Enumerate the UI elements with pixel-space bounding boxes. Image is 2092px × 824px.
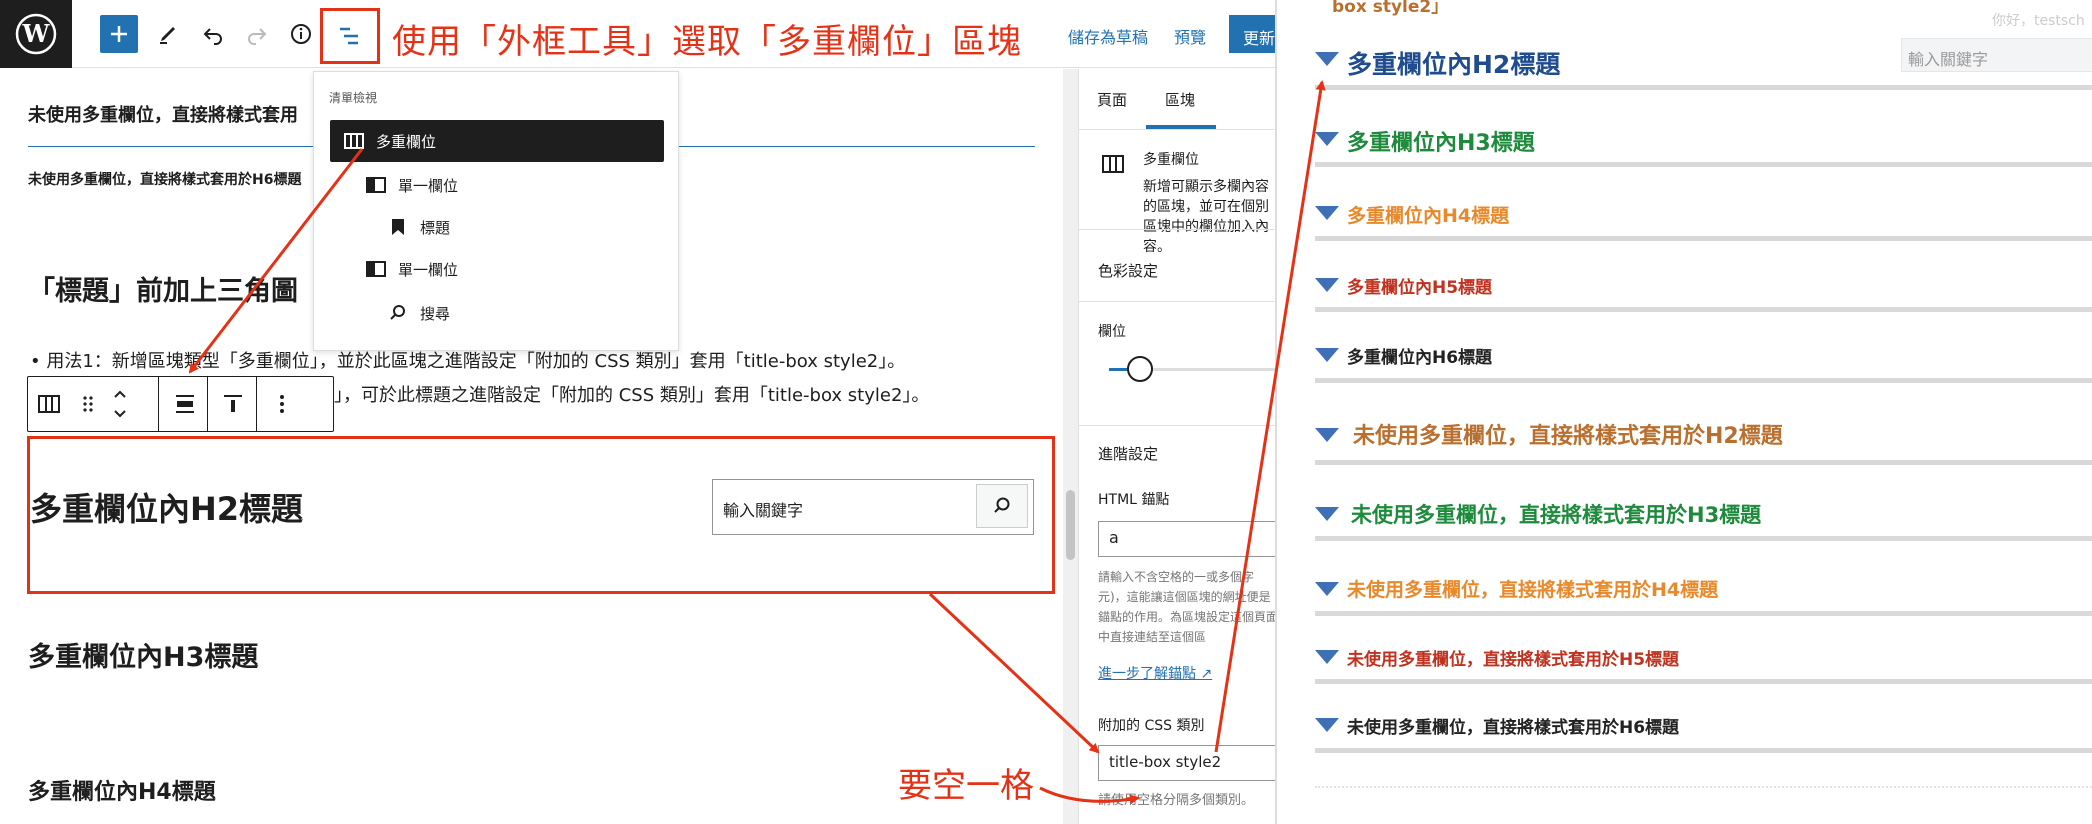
arrow-space-note [1039, 786, 1140, 805]
screenshot: W 使用「外框工具」選取「多重欄位」區塊 儲存為草稿 預覽 更新 未使用多重欄位… [0, 0, 2092, 824]
arrow-block-to-css-field [928, 592, 1100, 754]
arrow-listview-to-block [188, 148, 364, 374]
arrow-to-preview [1214, 80, 1326, 753]
annotation-arrows [188, 80, 1326, 805]
